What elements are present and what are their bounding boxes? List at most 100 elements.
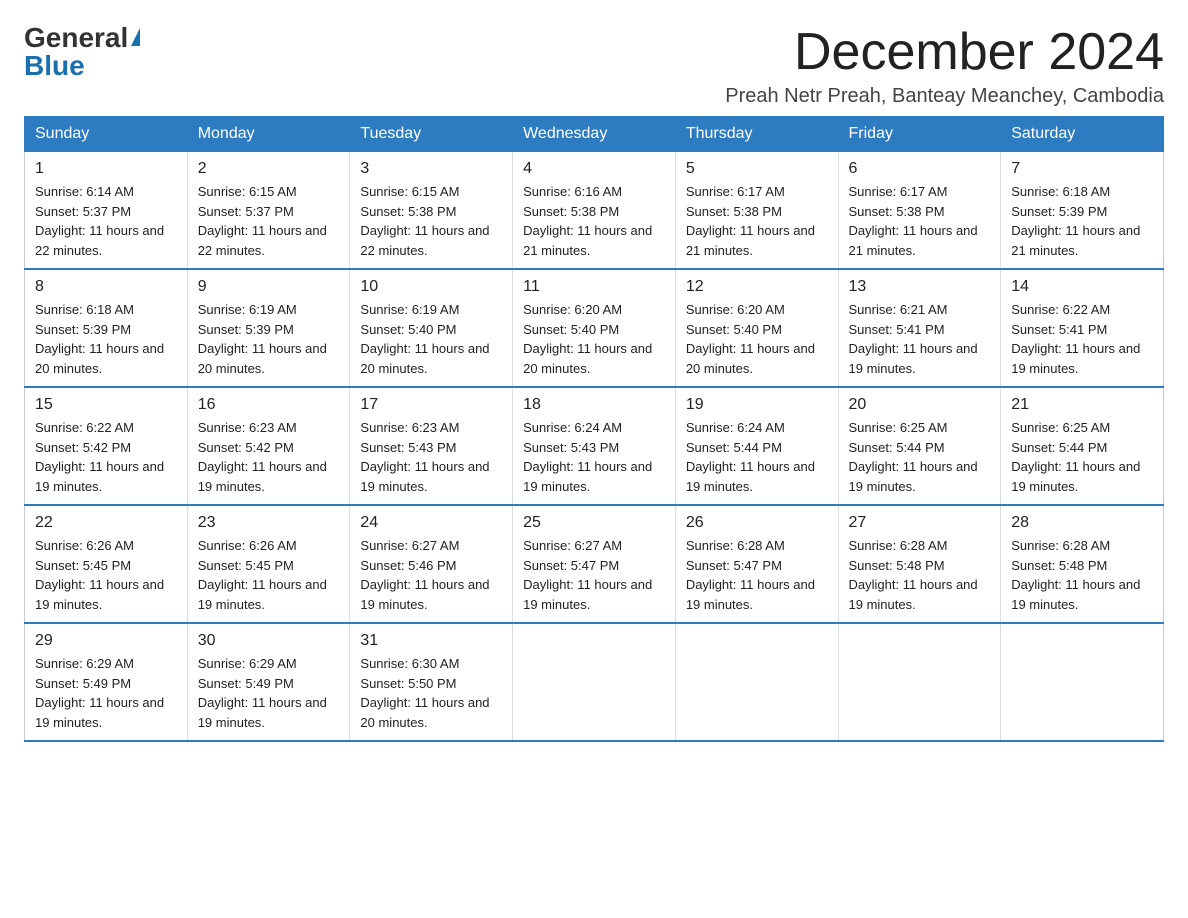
calendar-cell: 7 Sunrise: 6:18 AMSunset: 5:39 PMDayligh… bbox=[1001, 152, 1164, 270]
col-header-saturday: Saturday bbox=[1001, 117, 1164, 152]
logo-text-blue: Blue bbox=[24, 52, 85, 80]
day-info: Sunrise: 6:16 AMSunset: 5:38 PMDaylight:… bbox=[523, 184, 652, 258]
calendar-cell: 27 Sunrise: 6:28 AMSunset: 5:48 PMDaylig… bbox=[838, 505, 1001, 623]
day-number: 22 bbox=[35, 514, 177, 532]
day-info: Sunrise: 6:23 AMSunset: 5:42 PMDaylight:… bbox=[198, 420, 327, 494]
calendar-cell: 15 Sunrise: 6:22 AMSunset: 5:42 PMDaylig… bbox=[25, 387, 188, 505]
calendar-cell: 9 Sunrise: 6:19 AMSunset: 5:39 PMDayligh… bbox=[187, 269, 350, 387]
logo-text-general: General bbox=[24, 24, 128, 52]
day-info: Sunrise: 6:27 AMSunset: 5:46 PMDaylight:… bbox=[360, 538, 489, 612]
calendar-cell: 30 Sunrise: 6:29 AMSunset: 5:49 PMDaylig… bbox=[187, 623, 350, 741]
header: General Blue December 2024 Preah Netr Pr… bbox=[24, 24, 1164, 108]
calendar-cell: 22 Sunrise: 6:26 AMSunset: 5:45 PMDaylig… bbox=[25, 505, 188, 623]
location-subtitle: Preah Netr Preah, Banteay Meanchey, Camb… bbox=[725, 85, 1164, 108]
day-info: Sunrise: 6:29 AMSunset: 5:49 PMDaylight:… bbox=[35, 656, 164, 730]
day-info: Sunrise: 6:18 AMSunset: 5:39 PMDaylight:… bbox=[35, 302, 164, 376]
logo: General Blue bbox=[24, 24, 140, 80]
day-info: Sunrise: 6:26 AMSunset: 5:45 PMDaylight:… bbox=[198, 538, 327, 612]
calendar: Sunday Monday Tuesday Wednesday Thursday… bbox=[24, 116, 1164, 742]
col-header-wednesday: Wednesday bbox=[513, 117, 676, 152]
day-info: Sunrise: 6:19 AMSunset: 5:40 PMDaylight:… bbox=[360, 302, 489, 376]
calendar-cell: 4 Sunrise: 6:16 AMSunset: 5:38 PMDayligh… bbox=[513, 152, 676, 270]
calendar-cell bbox=[675, 623, 838, 741]
day-info: Sunrise: 6:15 AMSunset: 5:37 PMDaylight:… bbox=[198, 184, 327, 258]
calendar-cell: 28 Sunrise: 6:28 AMSunset: 5:48 PMDaylig… bbox=[1001, 505, 1164, 623]
calendar-week-4: 22 Sunrise: 6:26 AMSunset: 5:45 PMDaylig… bbox=[25, 505, 1164, 623]
day-number: 8 bbox=[35, 278, 177, 296]
day-number: 27 bbox=[849, 514, 991, 532]
day-number: 29 bbox=[35, 632, 177, 650]
calendar-cell: 20 Sunrise: 6:25 AMSunset: 5:44 PMDaylig… bbox=[838, 387, 1001, 505]
day-number: 20 bbox=[849, 396, 991, 414]
day-info: Sunrise: 6:28 AMSunset: 5:47 PMDaylight:… bbox=[686, 538, 815, 612]
day-info: Sunrise: 6:26 AMSunset: 5:45 PMDaylight:… bbox=[35, 538, 164, 612]
day-info: Sunrise: 6:17 AMSunset: 5:38 PMDaylight:… bbox=[849, 184, 978, 258]
day-info: Sunrise: 6:29 AMSunset: 5:49 PMDaylight:… bbox=[198, 656, 327, 730]
day-number: 25 bbox=[523, 514, 665, 532]
day-number: 19 bbox=[686, 396, 828, 414]
day-number: 30 bbox=[198, 632, 340, 650]
calendar-cell: 24 Sunrise: 6:27 AMSunset: 5:46 PMDaylig… bbox=[350, 505, 513, 623]
day-info: Sunrise: 6:28 AMSunset: 5:48 PMDaylight:… bbox=[849, 538, 978, 612]
col-header-thursday: Thursday bbox=[675, 117, 838, 152]
day-number: 28 bbox=[1011, 514, 1153, 532]
day-number: 4 bbox=[523, 160, 665, 178]
calendar-cell: 12 Sunrise: 6:20 AMSunset: 5:40 PMDaylig… bbox=[675, 269, 838, 387]
calendar-cell bbox=[1001, 623, 1164, 741]
col-header-tuesday: Tuesday bbox=[350, 117, 513, 152]
day-number: 5 bbox=[686, 160, 828, 178]
title-area: December 2024 Preah Netr Preah, Banteay … bbox=[725, 24, 1164, 108]
day-number: 23 bbox=[198, 514, 340, 532]
day-info: Sunrise: 6:24 AMSunset: 5:44 PMDaylight:… bbox=[686, 420, 815, 494]
calendar-cell: 8 Sunrise: 6:18 AMSunset: 5:39 PMDayligh… bbox=[25, 269, 188, 387]
day-number: 26 bbox=[686, 514, 828, 532]
day-info: Sunrise: 6:23 AMSunset: 5:43 PMDaylight:… bbox=[360, 420, 489, 494]
day-number: 3 bbox=[360, 160, 502, 178]
day-number: 2 bbox=[198, 160, 340, 178]
day-info: Sunrise: 6:14 AMSunset: 5:37 PMDaylight:… bbox=[35, 184, 164, 258]
calendar-cell: 10 Sunrise: 6:19 AMSunset: 5:40 PMDaylig… bbox=[350, 269, 513, 387]
calendar-cell: 23 Sunrise: 6:26 AMSunset: 5:45 PMDaylig… bbox=[187, 505, 350, 623]
month-title: December 2024 bbox=[725, 24, 1164, 81]
calendar-week-5: 29 Sunrise: 6:29 AMSunset: 5:49 PMDaylig… bbox=[25, 623, 1164, 741]
calendar-cell: 31 Sunrise: 6:30 AMSunset: 5:50 PMDaylig… bbox=[350, 623, 513, 741]
calendar-cell: 2 Sunrise: 6:15 AMSunset: 5:37 PMDayligh… bbox=[187, 152, 350, 270]
calendar-cell: 26 Sunrise: 6:28 AMSunset: 5:47 PMDaylig… bbox=[675, 505, 838, 623]
day-info: Sunrise: 6:20 AMSunset: 5:40 PMDaylight:… bbox=[523, 302, 652, 376]
logo-triangle-icon bbox=[131, 28, 140, 46]
calendar-cell: 17 Sunrise: 6:23 AMSunset: 5:43 PMDaylig… bbox=[350, 387, 513, 505]
day-number: 10 bbox=[360, 278, 502, 296]
calendar-cell: 11 Sunrise: 6:20 AMSunset: 5:40 PMDaylig… bbox=[513, 269, 676, 387]
calendar-cell: 29 Sunrise: 6:29 AMSunset: 5:49 PMDaylig… bbox=[25, 623, 188, 741]
calendar-cell: 18 Sunrise: 6:24 AMSunset: 5:43 PMDaylig… bbox=[513, 387, 676, 505]
day-info: Sunrise: 6:19 AMSunset: 5:39 PMDaylight:… bbox=[198, 302, 327, 376]
day-info: Sunrise: 6:22 AMSunset: 5:42 PMDaylight:… bbox=[35, 420, 164, 494]
day-info: Sunrise: 6:20 AMSunset: 5:40 PMDaylight:… bbox=[686, 302, 815, 376]
day-number: 12 bbox=[686, 278, 828, 296]
day-number: 18 bbox=[523, 396, 665, 414]
calendar-week-3: 15 Sunrise: 6:22 AMSunset: 5:42 PMDaylig… bbox=[25, 387, 1164, 505]
calendar-cell: 19 Sunrise: 6:24 AMSunset: 5:44 PMDaylig… bbox=[675, 387, 838, 505]
day-info: Sunrise: 6:24 AMSunset: 5:43 PMDaylight:… bbox=[523, 420, 652, 494]
day-number: 31 bbox=[360, 632, 502, 650]
day-number: 15 bbox=[35, 396, 177, 414]
calendar-header-row: Sunday Monday Tuesday Wednesday Thursday… bbox=[25, 117, 1164, 152]
day-number: 21 bbox=[1011, 396, 1153, 414]
calendar-cell bbox=[513, 623, 676, 741]
calendar-cell: 3 Sunrise: 6:15 AMSunset: 5:38 PMDayligh… bbox=[350, 152, 513, 270]
day-number: 16 bbox=[198, 396, 340, 414]
day-info: Sunrise: 6:28 AMSunset: 5:48 PMDaylight:… bbox=[1011, 538, 1140, 612]
day-info: Sunrise: 6:22 AMSunset: 5:41 PMDaylight:… bbox=[1011, 302, 1140, 376]
day-info: Sunrise: 6:15 AMSunset: 5:38 PMDaylight:… bbox=[360, 184, 489, 258]
day-info: Sunrise: 6:27 AMSunset: 5:47 PMDaylight:… bbox=[523, 538, 652, 612]
day-number: 14 bbox=[1011, 278, 1153, 296]
day-number: 9 bbox=[198, 278, 340, 296]
day-number: 24 bbox=[360, 514, 502, 532]
calendar-cell: 16 Sunrise: 6:23 AMSunset: 5:42 PMDaylig… bbox=[187, 387, 350, 505]
calendar-cell: 13 Sunrise: 6:21 AMSunset: 5:41 PMDaylig… bbox=[838, 269, 1001, 387]
calendar-cell bbox=[838, 623, 1001, 741]
col-header-monday: Monday bbox=[187, 117, 350, 152]
day-number: 7 bbox=[1011, 160, 1153, 178]
day-number: 6 bbox=[849, 160, 991, 178]
calendar-cell: 25 Sunrise: 6:27 AMSunset: 5:47 PMDaylig… bbox=[513, 505, 676, 623]
